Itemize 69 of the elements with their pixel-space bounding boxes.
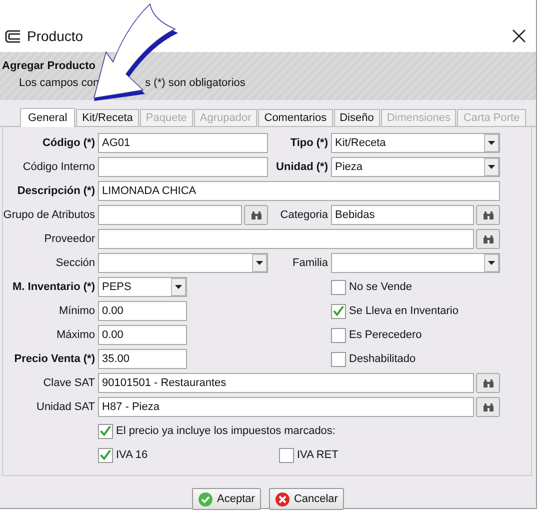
binoculars-icon [482, 378, 494, 388]
checkbox-label: El precio ya incluye los impuestos marcados: [116, 425, 336, 437]
tab[interactable]: General [20, 108, 76, 127]
text-field[interactable]: 90101501 - Restaurantes [98, 373, 474, 393]
tab[interactable]: Diseño [334, 109, 380, 126]
field-label: Unidad (*) [275, 161, 329, 173]
checkbox-label: No se Vende [349, 281, 412, 293]
field-label: M. Inventario (*) [11, 281, 96, 293]
text-field[interactable]: 0.00 [98, 325, 187, 345]
dialog-button[interactable]: Cancelar [268, 488, 344, 510]
binoculars-icon [482, 234, 494, 244]
dropdown-field[interactable]: Pieza [331, 157, 500, 177]
text-field[interactable]: 35.00 [98, 349, 187, 369]
field-label: Sección [54, 257, 96, 269]
header-subtitle: s (*) son obligatorios [145, 77, 246, 89]
search-button[interactable] [476, 229, 500, 249]
close-icon[interactable] [512, 29, 526, 43]
binoculars-icon [250, 210, 262, 220]
text-field[interactable]: AG01 [98, 133, 268, 153]
field-label: Máximo [55, 329, 96, 341]
checkbox[interactable] [279, 448, 294, 462]
search-button[interactable] [476, 373, 500, 393]
checkbox-label: IVA RET [297, 449, 338, 461]
field-label: Categoria [279, 209, 329, 221]
field-label: Código Interno [22, 161, 96, 173]
text-field[interactable]: LIMONADA CHICA [98, 181, 500, 201]
text-field[interactable]: Bebidas [331, 205, 474, 225]
window-title: Producto [27, 28, 84, 44]
search-button[interactable] [476, 397, 500, 417]
field-label: Familia [292, 257, 329, 269]
text-field[interactable] [98, 229, 474, 249]
dialog-button[interactable]: Aceptar [192, 488, 261, 510]
tab[interactable]: Comentarios [258, 109, 333, 126]
text-field[interactable] [98, 157, 268, 177]
checkbox-label: Es Perecedero [349, 329, 422, 341]
checkbox-label: IVA 16 [116, 449, 148, 461]
checkbox-label: Se Lleva en Inventario [349, 305, 458, 317]
field-label: Unidad SAT [36, 401, 96, 413]
binoculars-icon [482, 402, 494, 412]
checkbox[interactable] [98, 424, 113, 438]
checkbox[interactable] [331, 352, 346, 366]
checkbox[interactable] [331, 280, 346, 294]
text-field[interactable] [98, 205, 242, 225]
tab[interactable]: Kit/Receta [76, 109, 139, 126]
field-label: Código (*) [41, 137, 96, 149]
search-button[interactable] [244, 205, 268, 225]
text-field[interactable]: H87 - Pieza [98, 397, 474, 417]
header-title: Agregar Producto [2, 60, 97, 72]
checkbox[interactable] [331, 328, 346, 342]
binoculars-icon [482, 210, 494, 220]
dropdown-field[interactable]: PEPS [98, 277, 187, 297]
check-circle-icon [198, 492, 214, 506]
cancel-circle-icon [274, 492, 290, 506]
app-logo-icon [5, 30, 21, 42]
field-label: Proveedor [43, 233, 96, 245]
dropdown-field[interactable] [98, 253, 268, 273]
checkbox[interactable] [98, 448, 113, 462]
field-label: Clave SAT [42, 377, 96, 389]
text-field[interactable]: 0.00 [98, 301, 187, 321]
field-label: Precio Venta (*) [13, 353, 96, 365]
field-label: Descripción (*) [16, 185, 96, 197]
dropdown-field[interactable]: Kit/Receta [331, 133, 500, 153]
checkbox[interactable] [331, 304, 346, 318]
field-label: Tipo (*) [289, 137, 329, 149]
dropdown-field[interactable] [331, 253, 500, 273]
search-button[interactable] [476, 205, 500, 225]
field-label: Mínimo [58, 305, 96, 317]
checkbox-label: Deshabilitado [349, 353, 416, 365]
field-label: Grupo de Atributos [3, 209, 96, 221]
